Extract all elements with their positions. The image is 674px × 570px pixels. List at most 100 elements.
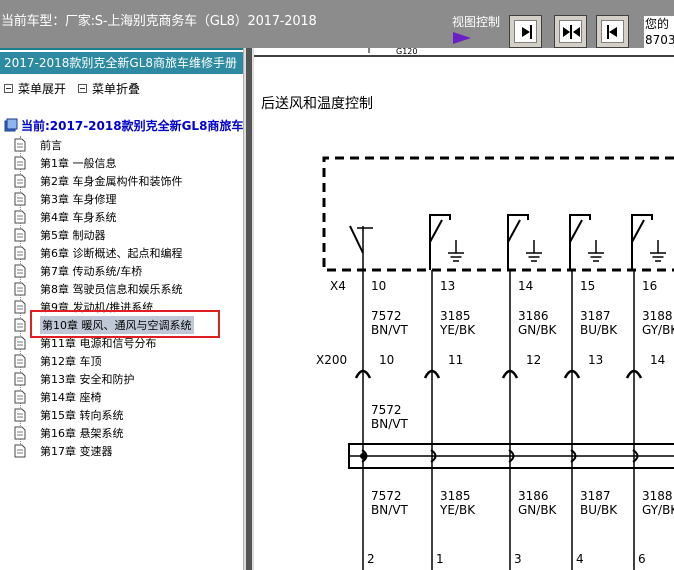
current-manual-label: 当前:2017-2018款别克全新GL8商旅车维修	[21, 118, 268, 133]
split-view-button[interactable]	[554, 15, 587, 48]
document-icon	[14, 264, 26, 278]
document-icon	[14, 408, 26, 422]
document-icon	[14, 138, 26, 152]
tree-item-label: 第15章 转向系统	[40, 409, 124, 422]
view-control-label: 视图控制	[452, 15, 501, 29]
tree-item-label: 第16章 悬架系统	[40, 427, 124, 440]
tree-item-label: 第14章 座椅	[40, 391, 102, 404]
tree-item[interactable]: 前言	[14, 136, 62, 154]
x4-pin-label: 13	[440, 279, 455, 293]
circuit-number: 3187	[580, 309, 611, 323]
tree-item[interactable]: 第4章 车身系统	[14, 208, 117, 226]
top-bar: 当前车型：厂家:S-上海别克商务车（GL8）2017-2018 视图控制 您的 …	[0, 0, 674, 48]
collapse-menu-label: 菜单折叠	[92, 82, 141, 96]
tree-item[interactable]: 第17章 变速器	[14, 442, 113, 460]
circuit-number: 3186	[518, 309, 549, 323]
expand-right-button[interactable]	[509, 15, 542, 48]
document-icon	[14, 156, 26, 170]
tree-item[interactable]: 第14章 座椅	[14, 388, 102, 406]
manual-title[interactable]: 2017-2018款别克全新GL8商旅车维修手册	[0, 52, 252, 74]
circuit-color: GY/BK	[642, 323, 674, 337]
tree-item-label: 第17章 变速器	[40, 445, 113, 458]
x4-pin-label: 14	[518, 279, 533, 293]
wiring-diagram: G120 X4 X200 107572BN/VT107572BN/VT21331…	[254, 48, 674, 570]
split-arrows-icon	[563, 25, 580, 39]
tree-item[interactable]: 第6章 诊断概述、起点和编程	[14, 244, 183, 262]
circuit-number-lower: 3186	[518, 489, 549, 503]
circuit-number-lower: 3187	[580, 489, 611, 503]
expand-menu-button[interactable]: 菜单展开	[4, 80, 66, 97]
circuit-color: YE/BK	[439, 323, 476, 337]
tree-item-label: 第2章 车身金属构件和装饰件	[40, 175, 183, 188]
x200-pin-label: 11	[448, 353, 463, 367]
switch-blade	[429, 219, 443, 243]
expand-icon	[4, 84, 13, 93]
document-icon	[14, 174, 26, 188]
wire-group: 107572BN/VT107572BN/VT2133185YE/BK113185…	[349, 270, 674, 570]
circuit-color-lower: BN/VT	[371, 503, 408, 517]
tree-item[interactable]: 第2章 车身金属构件和装饰件	[14, 172, 183, 190]
tree-item-label: 第8章 驾驶员信息和娱乐系统	[40, 283, 183, 296]
circuit-number-lower: 3185	[440, 489, 471, 503]
switch-blade	[631, 219, 645, 243]
mid-circuit-number: 7572	[371, 403, 402, 417]
tree-item-label: 第3章 车身修理	[40, 193, 117, 206]
tree-item[interactable]: 第13章 安全和防护	[14, 370, 135, 388]
pane-splitter[interactable]	[243, 48, 254, 570]
x4-pin-label: 15	[580, 279, 595, 293]
tree-item-label: 第7章 传动系统/车桥	[40, 265, 143, 278]
circuit-color-lower: YE/BK	[439, 503, 476, 517]
tree-item-label: 第6章 诊断概述、起点和编程	[40, 247, 183, 260]
tree-item[interactable]: 第15章 转向系统	[14, 406, 124, 424]
document-icon	[14, 228, 26, 242]
x4-connector-label: X4	[330, 279, 346, 293]
tree-item[interactable]: 第5章 制动器	[14, 226, 106, 244]
bottom-pin-label: 6	[638, 552, 646, 566]
arrow-left-bar-icon	[607, 25, 617, 39]
tree-item[interactable]: 第7章 传动系统/车桥	[14, 262, 142, 280]
tree-item-label: 第4章 车身系统	[40, 211, 117, 224]
tree-item-label: 第1章 一般信息	[40, 157, 117, 170]
tree-item[interactable]: 第3章 车身修理	[14, 190, 117, 208]
switch-blade	[349, 225, 364, 254]
arrow-right-bar-icon	[522, 25, 532, 39]
circuit-color-lower: GY/BK	[642, 503, 674, 517]
switch-blade	[569, 219, 583, 243]
tree-item[interactable]: 第12章 车顶	[14, 352, 102, 370]
top-fragment-label: G120	[396, 48, 417, 56]
tree-item[interactable]: 第8章 驾驶员信息和娱乐系统	[14, 280, 183, 298]
circuit-number: 7572	[371, 309, 402, 323]
x200-pin-label: 12	[526, 353, 541, 367]
document-icon	[14, 282, 26, 296]
bottom-pin-label: 2	[367, 552, 375, 566]
x4-pin-label: 16	[642, 279, 657, 293]
tree-item[interactable]: 第16章 悬架系统	[14, 424, 124, 442]
current-manual-node[interactable]: 当前:2017-2018款别克全新GL8商旅车维修	[4, 116, 267, 134]
x200-connector-label: X200	[316, 353, 347, 367]
circuit-number-lower: 7572	[371, 489, 402, 503]
x200-pin-label: 10	[379, 353, 394, 367]
splice-dot	[360, 453, 366, 459]
document-icon	[14, 246, 26, 260]
view-arrow-icon[interactable]	[452, 31, 472, 45]
document-icon	[14, 336, 26, 350]
collapse-icon	[78, 84, 87, 93]
document-icon	[14, 192, 26, 206]
document-icon	[14, 426, 26, 440]
tree-item[interactable]: 第1章 一般信息	[14, 154, 117, 172]
document-icon	[14, 354, 26, 368]
switch-group	[349, 214, 666, 270]
x4-pin-label: 10	[371, 279, 386, 293]
bottom-pin-label: 4	[576, 552, 584, 566]
user-greeting: 您的 8703	[644, 16, 674, 48]
section-title: 后送风和温度控制	[261, 96, 373, 112]
circuit-number: 3188	[642, 309, 673, 323]
vehicle-title: 当前车型：厂家:S-上海别克商务车（GL8）2017-2018	[1, 14, 317, 29]
main-content: G120 X4 X200 10 7572 BN/VT 10 7572 BN/VT 2 13 31…	[254, 48, 674, 570]
collapse-menu-button[interactable]: 菜单折叠	[78, 80, 140, 97]
collapse-left-button[interactable]	[596, 15, 629, 48]
circuit-color: BU/BK	[580, 323, 618, 337]
switch-blade	[507, 219, 521, 243]
tree-item-label: 第12章 车顶	[40, 355, 102, 368]
document-icon	[14, 372, 26, 386]
